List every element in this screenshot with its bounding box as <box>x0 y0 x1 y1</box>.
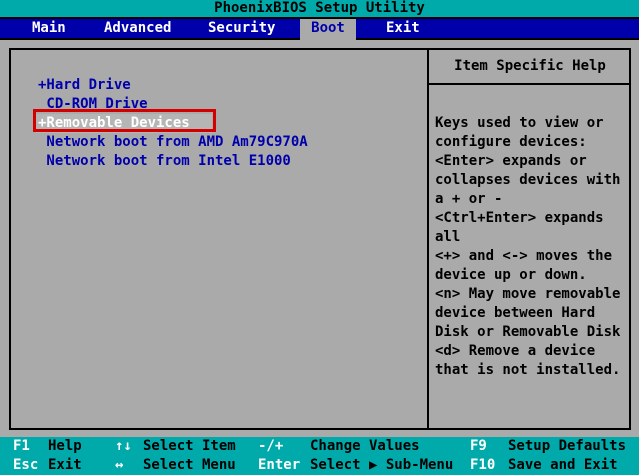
key-minus-plus: -/+ <box>258 438 284 454</box>
help-panel-heading: Item Specific Help <box>454 58 606 74</box>
help-line: <n> May move removable <box>435 286 621 302</box>
label-setup-defaults: Setup Defaults <box>508 438 627 454</box>
boot-item-network-intel[interactable]: Network boot from Intel E1000 <box>11 152 421 171</box>
help-line: that is not installed. <box>435 362 621 378</box>
help-line: all <box>435 229 461 245</box>
menu-item-exit[interactable]: Exit <box>386 19 420 38</box>
help-line: <Enter> expands or <box>435 153 587 169</box>
label-change-values: Change Values <box>310 438 420 454</box>
help-line: <Ctrl+Enter> expands <box>435 210 604 226</box>
menu-item-security[interactable]: Security <box>208 19 275 38</box>
legend-row-2: Esc Exit ↔ Select Menu Enter Select ▶ Su… <box>0 456 639 475</box>
annotation-highlight-box <box>33 109 216 132</box>
key-f10: F10 <box>470 457 496 473</box>
legend-row-1: F1 Help ↑↓ Select Item -/+ Change Values… <box>0 437 639 456</box>
help-line: configure devices: <box>435 134 587 150</box>
key-legend-bar: F1 Help ↑↓ Select Item -/+ Change Values… <box>0 437 639 475</box>
label-select-menu: Select Menu <box>143 457 236 473</box>
help-line: <+> and <-> moves the <box>435 248 613 264</box>
label-exit: Exit <box>48 457 82 473</box>
menu-item-advanced[interactable]: Advanced <box>104 19 171 38</box>
title-bar: PhoenixBIOS Setup Utility <box>0 0 639 19</box>
menu-item-boot-selected[interactable]: Boot <box>300 19 356 40</box>
help-line: Disk or Removable Disk <box>435 324 621 340</box>
help-line: device between Hard <box>435 305 596 321</box>
bios-screen: PhoenixBIOS Setup Utility Main Advanced … <box>0 0 639 475</box>
page-title: PhoenixBIOS Setup Utility <box>214 0 425 16</box>
key-updown-icon: ↑↓ <box>115 438 132 454</box>
menu-bar: Main Advanced Security Boot Exit <box>0 19 639 40</box>
help-line: collapses devices with <box>435 172 621 188</box>
key-esc: Esc <box>13 457 39 473</box>
key-f1: F1 <box>13 438 30 454</box>
menu-item-main[interactable]: Main <box>32 19 66 38</box>
boot-item-network-amd[interactable]: Network boot from AMD Am79C970A <box>11 133 421 152</box>
key-enter: Enter <box>258 457 301 473</box>
label-select-item: Select Item <box>143 438 236 454</box>
help-heading-divider <box>429 83 631 85</box>
boot-item-hard-drive[interactable]: +Hard Drive <box>11 76 421 95</box>
key-leftright-icon: ↔ <box>115 457 124 473</box>
label-select-submenu: Select ▶ Sub-Menu <box>310 457 454 473</box>
key-f9: F9 <box>470 438 487 454</box>
label-save-and-exit: Save and Exit <box>508 457 618 473</box>
label-help: Help <box>48 438 82 454</box>
help-line: a + or - <box>435 191 503 207</box>
help-line: Keys used to view or <box>435 115 604 131</box>
panel-divider <box>427 48 429 430</box>
help-line: device up or down. <box>435 267 587 283</box>
help-line: <d> Remove a device <box>435 343 596 359</box>
help-panel-text: Keys used to view or configure devices: … <box>435 114 629 380</box>
